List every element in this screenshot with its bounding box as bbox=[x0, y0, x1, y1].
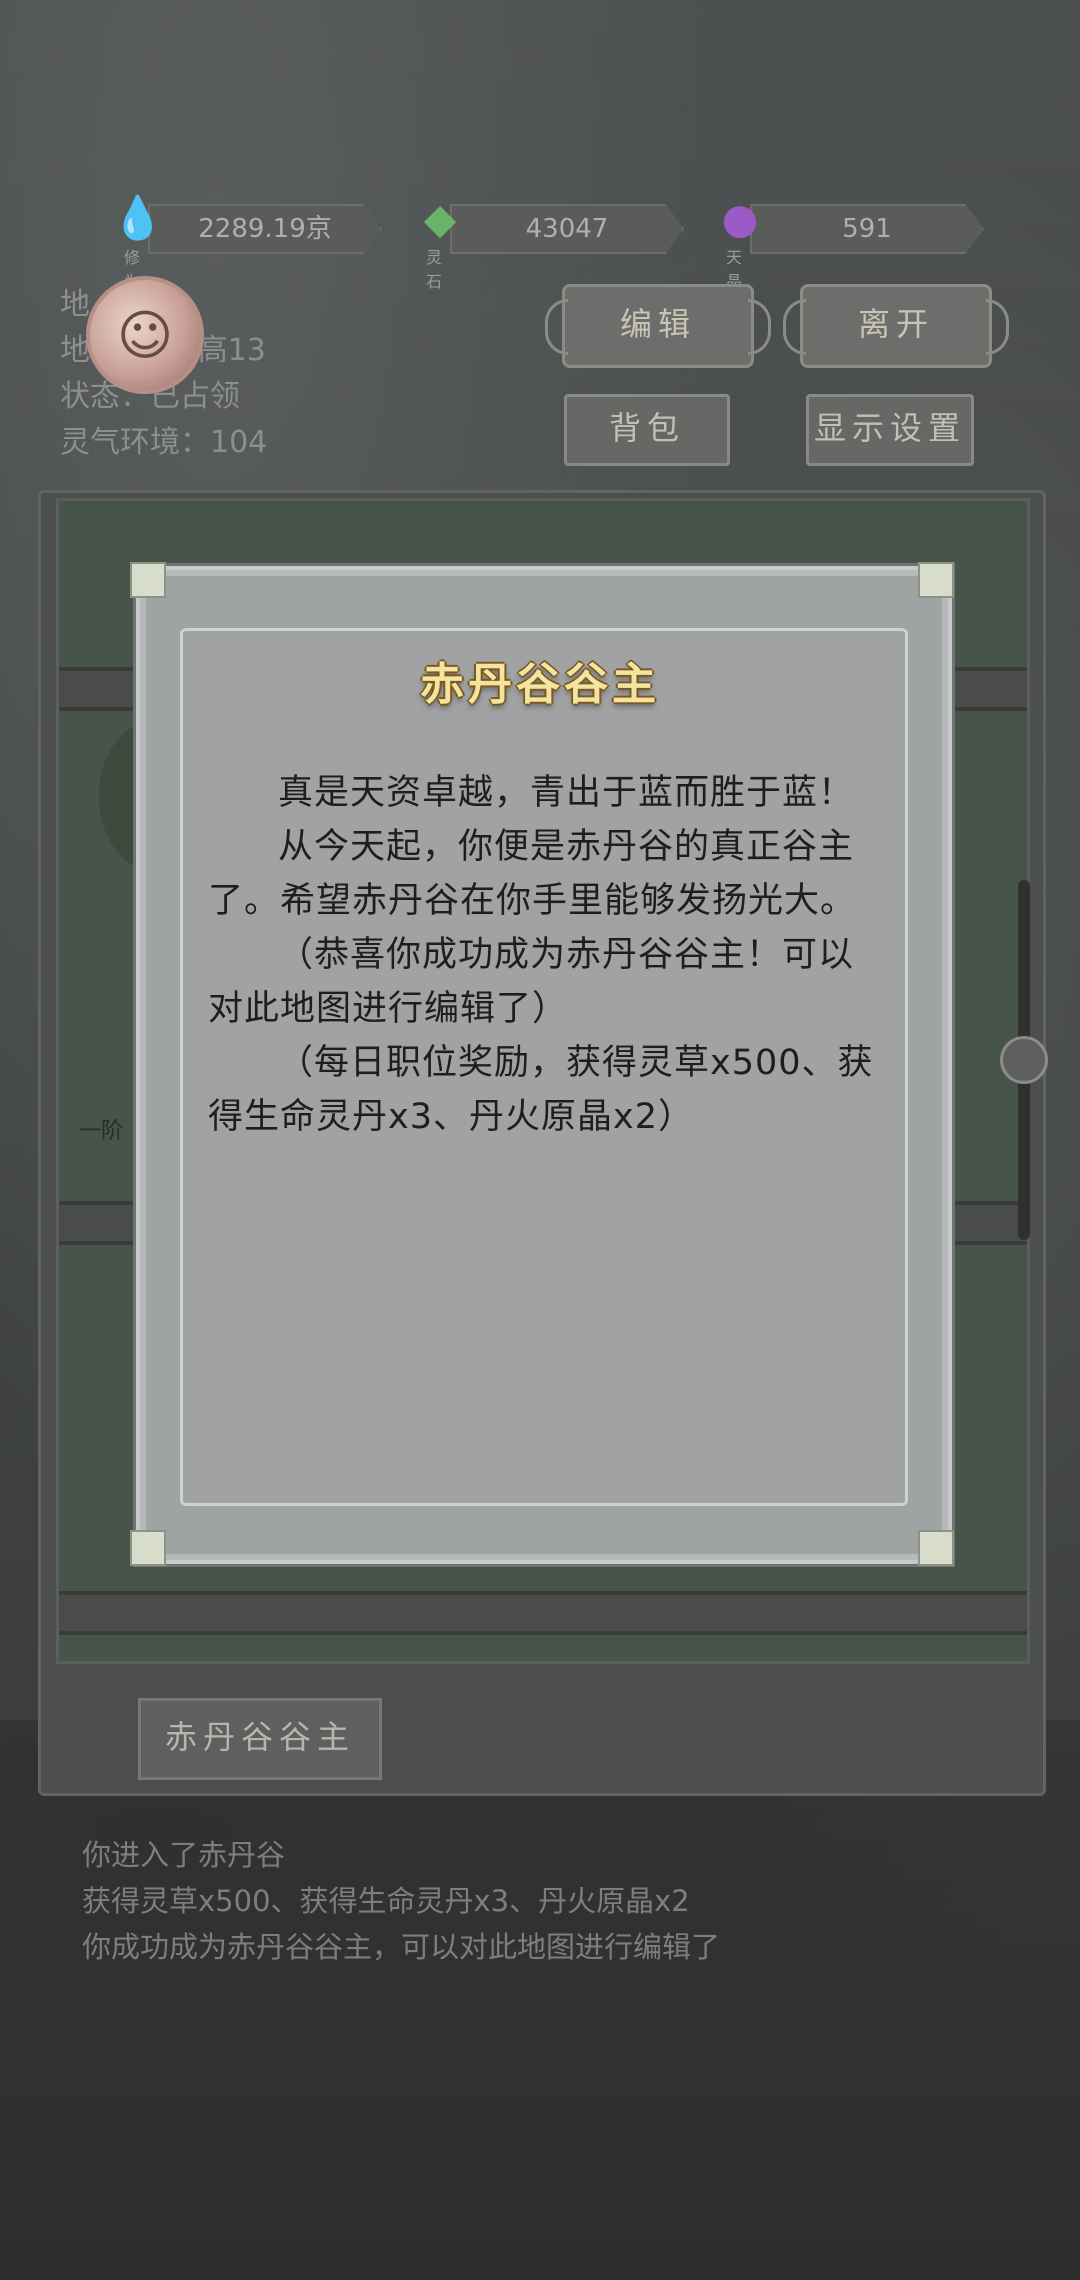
corner-ornament bbox=[130, 1530, 166, 1566]
dialog-paragraph: （每日职位奖励，获得灵草x500、获得生命灵丹x3、丹火原晶x2） bbox=[208, 1043, 874, 1137]
resource-label: 灵石 bbox=[426, 248, 443, 291]
dialog-title: 赤丹谷谷主 bbox=[420, 659, 660, 710]
crystal-icon: ◆ bbox=[423, 193, 457, 243]
zoom-slider-knob[interactable] bbox=[1000, 1036, 1048, 1084]
log-line: 你进入了赤丹谷 bbox=[82, 1838, 286, 1872]
dialog-paragraph: 真是天资卓越，青出于蓝而胜于蓝！ bbox=[278, 773, 855, 813]
resource-value: 2289.19京 bbox=[148, 204, 382, 254]
log-line: 获得灵草x500、获得生命灵丹x3、丹火原晶x2 bbox=[82, 1884, 690, 1918]
corner-ornament bbox=[918, 1530, 954, 1566]
message-log: 你进入了赤丹谷 获得灵草x500、获得生命灵丹x3、丹火原晶x2 你成功成为赤丹… bbox=[82, 1832, 720, 1970]
dialog-body: 真是天资卓越，青出于蓝而胜于蓝！ 从今天起，你便是赤丹谷的真正谷主了。希望赤丹谷… bbox=[208, 766, 878, 1144]
resource-value: 591 bbox=[750, 204, 984, 254]
corner-ornament bbox=[130, 562, 166, 598]
avatar[interactable]: ☺ bbox=[86, 276, 204, 394]
dialog-paragraph: 从今天起，你便是赤丹谷的真正谷主了。希望赤丹谷在你手里能够发扬光大。 bbox=[208, 827, 857, 921]
water-drop-icon: 💧 bbox=[111, 193, 165, 242]
resource-value: 43047 bbox=[450, 204, 684, 254]
map-env-line: 灵气环境：104 bbox=[60, 425, 268, 460]
mountain-silhouette bbox=[0, 1720, 1080, 2280]
dialog-paragraph: （恭喜你成功成为赤丹谷谷主！可以对此地图进行编辑了） bbox=[208, 935, 855, 1029]
corner-ornament bbox=[918, 562, 954, 598]
gem-icon: ● bbox=[721, 193, 759, 243]
leave-button[interactable]: 离开 bbox=[783, 284, 1009, 368]
edit-button[interactable]: 编辑 bbox=[545, 284, 771, 368]
display-settings-button[interactable]: 显示设置 bbox=[806, 394, 974, 466]
map-wall-bottom bbox=[59, 1591, 1027, 1635]
log-line: 你成功成为赤丹谷谷主，可以对此地图进行编辑了 bbox=[82, 1930, 721, 1964]
bag-button[interactable]: 背包 bbox=[564, 394, 730, 466]
map-node-label[interactable]: 一阶 bbox=[79, 1113, 123, 1145]
title-tab[interactable]: 赤丹谷谷主 bbox=[138, 1698, 382, 1780]
